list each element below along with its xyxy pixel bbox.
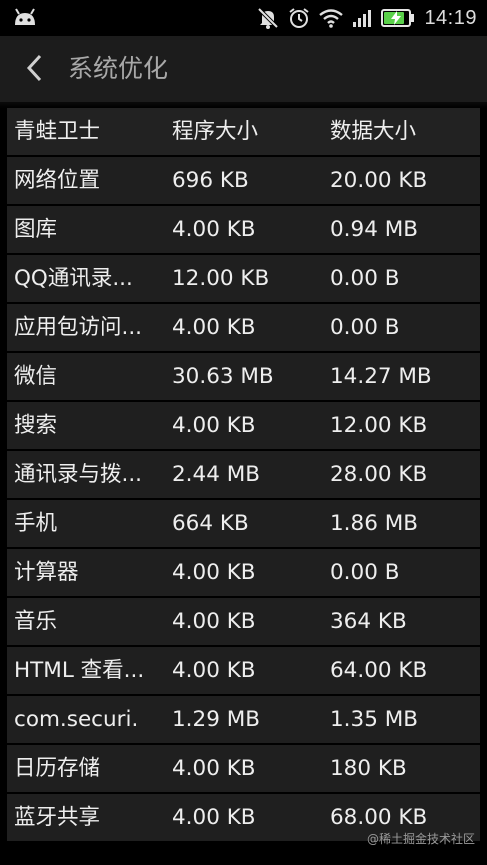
chevron-left-icon — [26, 54, 42, 82]
app-name-cell: 通讯录与拨... — [14, 462, 143, 487]
notifications-muted-icon — [257, 7, 279, 29]
page-title: 系统优化 — [68, 54, 169, 83]
table-row[interactable]: 网络位置 696 KB 20.00 KB — [7, 157, 480, 204]
data-size-cell: 28.00 KB — [330, 462, 428, 487]
app-name-cell: com.securi. — [14, 707, 139, 732]
app-size-cell: 4.00 KB — [172, 805, 256, 830]
table-row[interactable]: 音乐 4.00 KB 364 KB — [7, 598, 480, 645]
app-name-cell: 图库 — [14, 217, 58, 242]
app-size-cell: 4.00 KB — [172, 560, 256, 585]
cell-signal-icon — [352, 8, 372, 28]
status-time: 14:19 — [424, 6, 477, 29]
app-name-cell: 音乐 — [14, 609, 58, 634]
app-name-cell: 日历存储 — [14, 756, 101, 781]
app-name-cell: QQ通讯录... — [14, 266, 133, 291]
app-size-table: 青蛙卫士 程序大小 数据大小 网络位置 696 KB 20.00 KB 图库 4… — [7, 108, 480, 843]
table-row[interactable]: 搜索 4.00 KB 12.00 KB — [7, 402, 480, 449]
data-size-cell: 20.00 KB — [330, 168, 428, 193]
app-bar: 系统优化 — [0, 36, 487, 102]
app-size-cell: 4.00 KB — [172, 658, 256, 683]
app-name-cell: 搜索 — [14, 413, 58, 438]
app-size-cell: 4.00 KB — [172, 315, 256, 340]
data-size-cell: 0.00 B — [330, 560, 400, 585]
watermark: @稀土掘金技术社区 — [366, 832, 475, 846]
app-name-cell: 应用包访问... — [14, 315, 143, 340]
app-name-cell: 计算器 — [14, 560, 79, 585]
app-size-cell: 4.00 KB — [172, 756, 256, 781]
app-size-cell: 4.00 KB — [172, 413, 256, 438]
wifi-icon — [319, 8, 344, 28]
column-header-app-size: 程序大小 — [172, 119, 259, 144]
app-name-cell: 手机 — [14, 511, 58, 536]
column-header-data-size: 数据大小 — [330, 119, 417, 144]
status-bar: 14:19 — [0, 0, 487, 36]
app-size-cell: 30.63 MB — [172, 364, 274, 389]
app-name-cell: 蓝牙共享 — [14, 805, 101, 830]
table-row[interactable]: 微信 30.63 MB 14.27 MB — [7, 353, 480, 400]
table-row[interactable]: 计算器 4.00 KB 0.00 B — [7, 549, 480, 596]
data-size-cell: 12.00 KB — [330, 413, 428, 438]
data-size-cell: 0.94 MB — [330, 217, 419, 242]
app-size-cell: 1.29 MB — [172, 707, 261, 732]
table-row[interactable]: 日历存储 4.00 KB 180 KB — [7, 745, 480, 792]
column-header-app: 青蛙卫士 — [14, 119, 101, 144]
app-name-cell: 微信 — [14, 364, 58, 389]
table-row[interactable]: com.securi. 1.29 MB 1.35 MB — [7, 696, 480, 743]
app-size-cell: 4.00 KB — [172, 609, 256, 634]
data-size-cell: 180 KB — [330, 756, 407, 781]
table-row[interactable]: QQ通讯录... 12.00 KB 0.00 B — [7, 255, 480, 302]
data-size-cell: 0.00 B — [330, 315, 400, 340]
alarm-clock-icon — [288, 7, 310, 29]
table-row[interactable]: 图库 4.00 KB 0.94 MB — [7, 206, 480, 253]
data-size-cell: 1.35 MB — [330, 707, 419, 732]
table-header-row: 青蛙卫士 程序大小 数据大小 — [7, 108, 480, 155]
table-row[interactable]: 手机 664 KB 1.86 MB — [7, 500, 480, 547]
app-name-cell: 网络位置 — [14, 168, 101, 193]
back-button[interactable] — [14, 48, 54, 88]
battery-charging-icon — [381, 9, 415, 27]
table-row[interactable]: 应用包访问... 4.00 KB 0.00 B — [7, 304, 480, 351]
data-size-cell: 0.00 B — [330, 266, 400, 291]
table-row[interactable]: HTML 查看... 4.00 KB 64.00 KB — [7, 647, 480, 694]
app-size-cell: 696 KB — [172, 168, 249, 193]
app-size-cell: 4.00 KB — [172, 217, 256, 242]
table-row[interactable]: 通讯录与拨... 2.44 MB 28.00 KB — [7, 451, 480, 498]
android-icon — [12, 7, 38, 27]
app-size-cell: 12.00 KB — [172, 266, 270, 291]
status-icons: 14:19 — [257, 5, 477, 31]
app-size-cell: 2.44 MB — [172, 462, 261, 487]
data-size-cell: 64.00 KB — [330, 658, 428, 683]
data-size-cell: 1.86 MB — [330, 511, 419, 536]
app-name-cell: HTML 查看... — [14, 658, 145, 683]
data-size-cell: 364 KB — [330, 609, 407, 634]
data-size-cell: 14.27 MB — [330, 364, 432, 389]
app-size-cell: 664 KB — [172, 511, 249, 536]
